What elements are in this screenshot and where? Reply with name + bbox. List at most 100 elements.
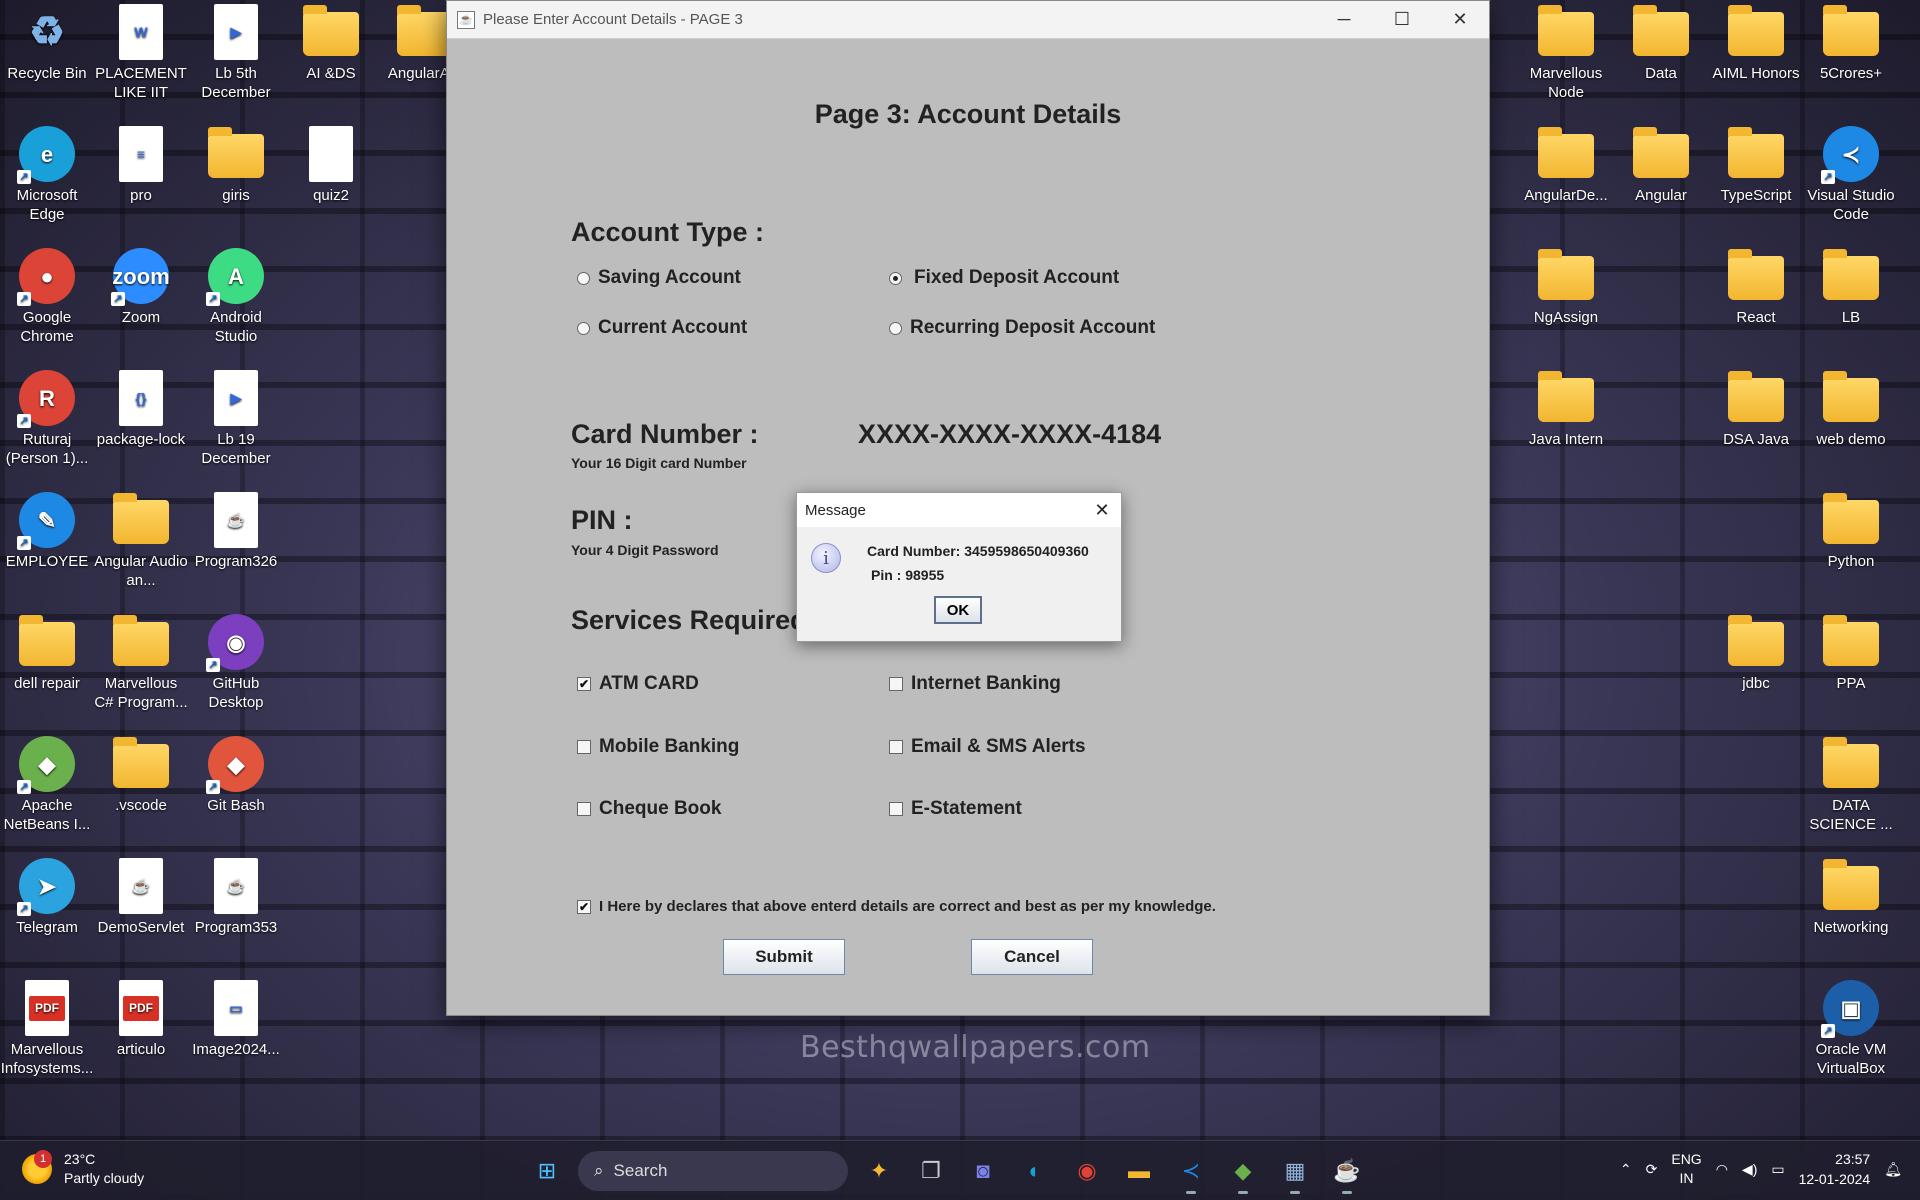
desktop-icon[interactable]: quiz2: [284, 126, 378, 205]
desktop-icon[interactable]: Angular: [1614, 126, 1708, 205]
desktop-icon[interactable]: ≺Visual Studio Code: [1804, 126, 1898, 224]
terminal-taskbar-icon[interactable]: ▦: [1274, 1151, 1316, 1194]
copilot-icon[interactable]: ✦: [858, 1151, 900, 1191]
desktop-icon[interactable]: NgAssign: [1519, 248, 1613, 327]
desktop-icon[interactable]: {} package-lock: [94, 370, 188, 449]
radio-saving-account[interactable]: Saving Account: [577, 267, 741, 289]
dialog-close-icon[interactable]: ✕: [1083, 500, 1121, 521]
desktop-icon[interactable]: AAndroid Studio: [189, 248, 283, 346]
desktop-icon[interactable]: ▶ Lb 19 December: [189, 370, 283, 468]
desktop-icon-label: Marvellous Node: [1529, 65, 1603, 101]
window-titlebar[interactable]: ☕ Please Enter Account Details - PAGE 3 …: [447, 1, 1489, 39]
dialog-pin: Pin : 98955: [871, 567, 945, 583]
java-taskbar-icon[interactable]: ☕: [1326, 1151, 1368, 1194]
pin-hint: Your 4 Digit Password: [571, 542, 719, 558]
desktop-icon[interactable]: Marvellous C# Program...: [94, 614, 188, 712]
checkbox-email-sms-alerts[interactable]: Email & SMS Alerts: [889, 736, 1086, 758]
desktop-icon-label: Google Chrome: [20, 309, 74, 345]
desktop-icon[interactable]: ●Google Chrome: [0, 248, 94, 346]
checkbox-e-statement[interactable]: E-Statement: [889, 798, 1022, 820]
start-windows-icon[interactable]: ⊞: [526, 1151, 568, 1191]
vscode-taskbar-icon[interactable]: ≺: [1170, 1151, 1212, 1194]
desktop-icon[interactable]: .vscode: [94, 736, 188, 815]
desktop-icon-label: pro: [130, 187, 152, 204]
desktop-icon[interactable]: Networking: [1804, 858, 1898, 937]
desktop-icon-label: Ruturaj (Person 1)...: [5, 431, 89, 467]
weather-widget[interactable]: 1 23°C Partly cloudy: [22, 1150, 144, 1188]
desktop-icon[interactable]: ◉GitHub Desktop: [189, 614, 283, 712]
desktop-icon[interactable]: W PLACEMENT LIKE IIT: [94, 4, 188, 102]
chevron-up-icon[interactable]: ⌃: [1620, 1161, 1632, 1178]
desktop-icon[interactable]: PDF Marvellous Infosystems...: [0, 980, 94, 1078]
netbeans-taskbar-icon[interactable]: ◆: [1222, 1151, 1264, 1194]
clock[interactable]: 23:57 12-01-2024: [1799, 1149, 1871, 1189]
desktop-icon[interactable]: Data: [1614, 4, 1708, 83]
desktop-icon[interactable]: AngularDe...: [1519, 126, 1613, 205]
desktop-icon[interactable]: giris: [189, 126, 283, 205]
checkbox-mobile-banking[interactable]: Mobile Banking: [577, 736, 739, 758]
desktop-icon[interactable]: LB: [1804, 248, 1898, 327]
chrome-taskbar-icon[interactable]: ◉: [1066, 1151, 1108, 1191]
desktop-icon[interactable]: React: [1709, 248, 1803, 327]
desktop-icon[interactable]: ≡ pro: [94, 126, 188, 205]
desktop-icon[interactable]: Java Intern: [1519, 370, 1613, 449]
ok-button[interactable]: OK: [934, 596, 982, 624]
dialog-titlebar[interactable]: Message ✕: [797, 493, 1121, 527]
desktop-icon[interactable]: RRuturaj (Person 1)...: [0, 370, 94, 468]
close-button[interactable]: ✕: [1431, 1, 1489, 39]
desktop-icon[interactable]: ☕ Program353: [189, 858, 283, 937]
desktop-icon[interactable]: ♻ Recycle Bin: [0, 4, 94, 83]
desktop-icon[interactable]: ◆ Git Bash: [189, 736, 283, 815]
checkbox-cheque-book[interactable]: Cheque Book: [577, 798, 721, 820]
desktop-icon[interactable]: AIML Honors: [1709, 4, 1803, 83]
desktop-icon[interactable]: jdbc: [1709, 614, 1803, 693]
desktop-icon[interactable]: TypeScript: [1709, 126, 1803, 205]
desktop-icon-label: jdbc: [1742, 675, 1770, 692]
checkbox-atm-card[interactable]: ✔ ATM CARD: [577, 673, 699, 695]
minimize-button[interactable]: ─: [1315, 1, 1373, 39]
radio-fixed-deposit-account[interactable]: Fixed Deposit Account: [889, 267, 1119, 289]
taskbar-search[interactable]: ⌕ Search: [578, 1151, 848, 1191]
desktop-icon[interactable]: zoom Zoom: [94, 248, 188, 327]
desktop-icon[interactable]: DSA Java: [1709, 370, 1803, 449]
desktop-icon[interactable]: PPA: [1804, 614, 1898, 693]
desktop-icon[interactable]: ➤ Telegram: [0, 858, 94, 937]
teams-chat-icon[interactable]: ◙: [962, 1151, 1004, 1191]
maximize-button[interactable]: ☐: [1373, 1, 1431, 39]
desktop-icon[interactable]: PDF articulo: [94, 980, 188, 1059]
desktop-icon-label: Lb 19 December: [201, 431, 271, 467]
desktop-icon[interactable]: Marvellous Node: [1519, 4, 1613, 102]
wifi-icon[interactable]: ◠: [1716, 1161, 1728, 1178]
desktop-icon[interactable]: eMicrosoft Edge: [0, 126, 94, 224]
sync-icon[interactable]: ⟳: [1646, 1161, 1658, 1178]
desktop-icon[interactable]: Angular Audio an...: [94, 492, 188, 590]
media-file-icon: ▶: [214, 370, 258, 426]
edge-taskbar-icon[interactable]: ◐: [1014, 1151, 1056, 1191]
desktop-icon[interactable]: Python: [1804, 492, 1898, 571]
checkbox-declaration[interactable]: ✔ I Here by declares that above enterd d…: [577, 898, 1216, 915]
desktop-icon[interactable]: DATA SCIENCE ...: [1804, 736, 1898, 834]
submit-button[interactable]: Submit: [723, 939, 845, 975]
desktop-icon[interactable]: ☕ Program326: [189, 492, 283, 571]
desktop-icon[interactable]: 5Crores+: [1804, 4, 1898, 83]
notification-bell-icon[interactable]: 🔔︎: [1884, 1161, 1902, 1178]
desktop-icon[interactable]: ▭ Image2024...: [189, 980, 283, 1059]
desktop-icon[interactable]: ☕ DemoServlet: [94, 858, 188, 937]
language-indicator[interactable]: ENG IN: [1671, 1150, 1701, 1188]
desktop-icon[interactable]: ✎ EMPLOYEE: [0, 492, 94, 571]
battery-icon[interactable]: ▭: [1771, 1161, 1784, 1178]
volume-icon[interactable]: ◀): [1742, 1161, 1757, 1178]
checkbox-internet-banking[interactable]: Internet Banking: [889, 673, 1061, 695]
cancel-button[interactable]: Cancel: [971, 939, 1093, 975]
radio-recurring-deposit-account[interactable]: Recurring Deposit Account: [889, 317, 1155, 339]
radio-current-account[interactable]: Current Account: [577, 317, 747, 339]
desktop-icon[interactable]: ▶ Lb 5th December: [189, 4, 283, 102]
desktop-icon[interactable]: dell repair: [0, 614, 94, 693]
desktop-icon[interactable]: ▣Oracle VM VirtualBox: [1804, 980, 1898, 1078]
desktop-icon[interactable]: AI &DS: [284, 4, 378, 83]
desktop-icon[interactable]: ◆Apache NetBeans I...: [0, 736, 94, 834]
file-explorer-icon[interactable]: ▬: [1118, 1151, 1160, 1191]
desktop-icon[interactable]: web demo: [1804, 370, 1898, 449]
task-view-icon[interactable]: ❐: [910, 1151, 952, 1191]
android-studio-icon: A: [206, 248, 264, 306]
